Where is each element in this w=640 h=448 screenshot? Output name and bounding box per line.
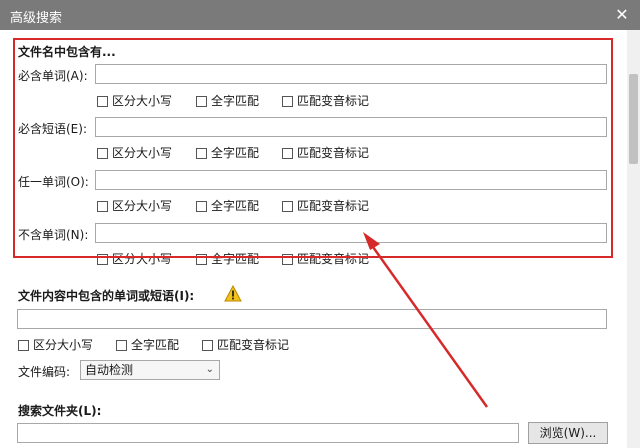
- checkbox-box[interactable]: [196, 201, 207, 212]
- window-title: 高级搜索: [10, 11, 63, 26]
- match-diacritics-label: 匹配变音标记: [297, 146, 370, 160]
- checkbox-box[interactable]: [196, 148, 207, 159]
- checkbox-box[interactable]: [18, 340, 29, 351]
- checkbox-box[interactable]: [196, 254, 207, 265]
- checkbox-box[interactable]: [97, 96, 108, 107]
- vertical-scrollbar[interactable]: [627, 30, 640, 448]
- match-case-label: 区分大小写: [112, 252, 173, 266]
- checkbox-box[interactable]: [202, 340, 213, 351]
- match-case-checkbox-4[interactable]: 区分大小写: [97, 252, 172, 266]
- match-diacritics-checkbox-3[interactable]: 匹配变音标记: [282, 199, 369, 213]
- whole-word-label: 全字匹配: [211, 146, 260, 160]
- match-case-label: 区分大小写: [112, 94, 173, 108]
- match-case-label: 区分大小写: [33, 338, 94, 352]
- encoding-select[interactable]: 自动检测 ⌄: [80, 360, 220, 380]
- folder-path-input[interactable]: [17, 423, 519, 443]
- chevron-down-icon: ⌄: [205, 364, 214, 375]
- content-match-case-checkbox[interactable]: 区分大小写: [18, 338, 93, 352]
- whole-word-label: 全字匹配: [211, 94, 260, 108]
- checkbox-box[interactable]: [282, 96, 293, 107]
- any-word-label: 任一单词(O):: [18, 175, 89, 189]
- encoding-selected-value: 自动检测: [85, 363, 134, 377]
- match-case-label: 区分大小写: [112, 146, 173, 160]
- match-diacritics-label: 匹配变音标记: [297, 199, 370, 213]
- content-match-diacritics-checkbox[interactable]: 匹配变音标记: [202, 338, 289, 352]
- content-section-heading: 文件内容中包含的单词或短语(I):: [18, 289, 195, 303]
- title-bar: 高级搜索 ✕: [0, 0, 640, 30]
- match-case-checkbox-2[interactable]: 区分大小写: [97, 146, 172, 160]
- close-icon[interactable]: ✕: [611, 4, 633, 26]
- whole-word-checkbox-2[interactable]: 全字匹配: [196, 146, 259, 160]
- folder-section-heading: 搜索文件夹(L):: [18, 404, 102, 418]
- content-words-input[interactable]: [17, 309, 607, 329]
- scrollbar-thumb[interactable]: [629, 74, 638, 164]
- match-diacritics-label: 匹配变音标记: [297, 252, 370, 266]
- must-contain-words-label: 必含单词(A):: [18, 69, 88, 83]
- whole-word-label: 全字匹配: [211, 252, 260, 266]
- content-whole-word-checkbox[interactable]: 全字匹配: [116, 338, 179, 352]
- checkbox-box[interactable]: [282, 254, 293, 265]
- checkbox-box[interactable]: [282, 201, 293, 212]
- match-diacritics-checkbox-1[interactable]: 匹配变音标记: [282, 94, 369, 108]
- whole-word-label: 全字匹配: [211, 199, 260, 213]
- any-word-input[interactable]: [95, 170, 607, 190]
- exclude-words-label: 不含单词(N):: [18, 228, 89, 242]
- whole-word-checkbox-4[interactable]: 全字匹配: [196, 252, 259, 266]
- whole-word-label: 全字匹配: [131, 338, 180, 352]
- checkbox-box[interactable]: [97, 148, 108, 159]
- match-diacritics-checkbox-4[interactable]: 匹配变音标记: [282, 252, 369, 266]
- match-case-checkbox-1[interactable]: 区分大小写: [97, 94, 172, 108]
- exclude-words-input[interactable]: [95, 223, 607, 243]
- encoding-label: 文件编码:: [18, 365, 71, 379]
- match-case-label: 区分大小写: [112, 199, 173, 213]
- must-contain-phrase-input[interactable]: [95, 117, 607, 137]
- must-contain-words-input[interactable]: [95, 64, 607, 84]
- whole-word-checkbox-3[interactable]: 全字匹配: [196, 199, 259, 213]
- whole-word-checkbox-1[interactable]: 全字匹配: [196, 94, 259, 108]
- checkbox-box[interactable]: [116, 340, 127, 351]
- must-contain-phrase-label: 必含短语(E):: [18, 122, 87, 136]
- checkbox-box[interactable]: [196, 96, 207, 107]
- checkbox-box[interactable]: [97, 201, 108, 212]
- match-case-checkbox-3[interactable]: 区分大小写: [97, 199, 172, 213]
- match-diacritics-checkbox-2[interactable]: 匹配变音标记: [282, 146, 369, 160]
- match-diacritics-label: 匹配变音标记: [217, 338, 290, 352]
- match-diacritics-label: 匹配变音标记: [297, 94, 370, 108]
- warning-icon: [224, 285, 242, 302]
- filename-section-heading: 文件名中包含有...: [18, 45, 116, 59]
- browse-button[interactable]: 浏览(W)...: [528, 422, 608, 444]
- checkbox-box[interactable]: [97, 254, 108, 265]
- checkbox-box[interactable]: [282, 148, 293, 159]
